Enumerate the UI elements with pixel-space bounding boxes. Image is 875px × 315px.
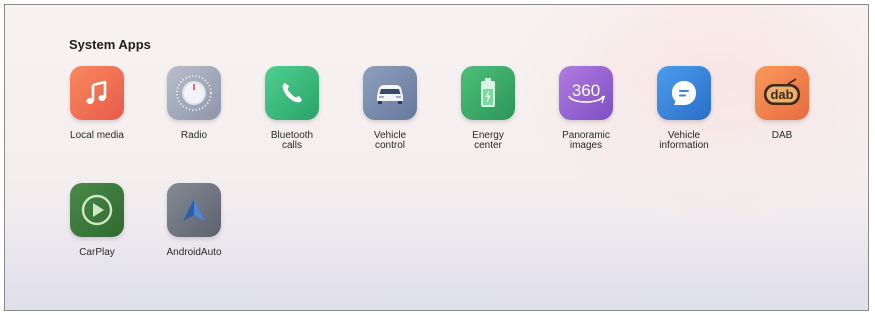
app-label: Panoramic images <box>562 130 610 151</box>
radio-dial-icon <box>167 66 221 120</box>
app-label: DAB <box>771 130 793 141</box>
app-label: AndroidAuto <box>166 247 222 258</box>
panorama-360-icon: 360 <box>559 66 613 120</box>
app-label: CarPlay <box>79 247 115 258</box>
battery-icon <box>461 66 515 120</box>
android-auto-icon <box>167 183 221 237</box>
app-bluetooth-calls[interactable]: Bluetooth calls <box>242 66 342 151</box>
phone-icon <box>265 66 319 120</box>
app-carplay[interactable]: CarPlay <box>47 183 147 258</box>
app-radio[interactable]: Radio <box>144 66 244 141</box>
app-label: Energy center <box>472 130 504 151</box>
app-vehicle-information[interactable]: Vehicle information <box>634 66 734 151</box>
app-dab[interactable]: dab DAB <box>732 66 832 141</box>
car-icon <box>363 66 417 120</box>
app-label: Local media <box>70 130 124 141</box>
app-vehicle-control[interactable]: Vehicle control <box>340 66 440 151</box>
dab-radio-icon: dab <box>755 66 809 120</box>
chat-bubble-icon <box>657 66 711 120</box>
music-note-icon <box>70 66 124 120</box>
app-label: Bluetooth calls <box>270 130 314 151</box>
carplay-play-icon <box>70 183 124 237</box>
app-label: Vehicle information <box>659 130 709 151</box>
app-local-media[interactable]: Local media <box>47 66 147 141</box>
app-panoramic-images[interactable]: 360 Panoramic images <box>536 66 636 151</box>
svg-text:dab: dab <box>770 87 793 102</box>
svg-text:360: 360 <box>572 81 600 100</box>
app-android-auto[interactable]: AndroidAuto <box>144 183 244 258</box>
app-energy-center[interactable]: Energy center <box>438 66 538 151</box>
app-label: Vehicle control <box>373 130 407 151</box>
app-label: Radio <box>180 130 208 141</box>
section-title: System Apps <box>69 37 151 52</box>
system-apps-screen: System Apps Local media Radio Bluetooth c… <box>4 4 869 311</box>
